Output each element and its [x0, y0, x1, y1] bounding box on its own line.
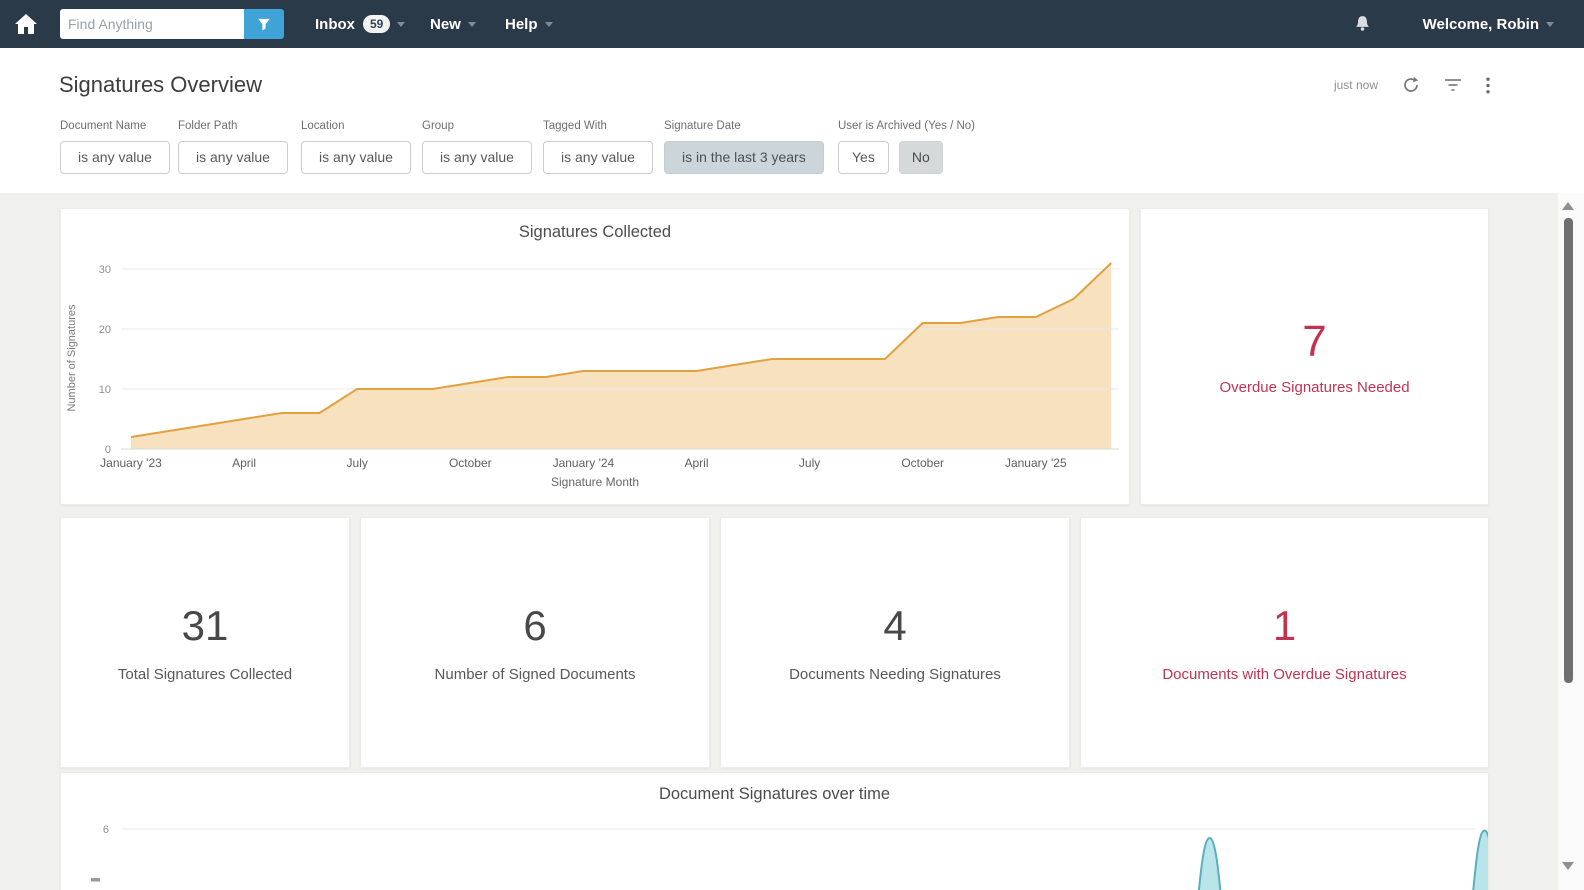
svg-text:January '24: January '24: [553, 456, 615, 470]
scrollbar-up-arrow[interactable]: [1562, 202, 1574, 210]
stat-label: Number of Signed Documents: [434, 666, 636, 683]
refresh-icon: [1404, 77, 1419, 92]
bell-icon: [1356, 16, 1369, 31]
last-refreshed-label: just now: [1333, 78, 1378, 92]
x-axis-label: Signature Month: [550, 475, 640, 489]
chevron-down-icon: [397, 21, 406, 27]
filter-label: Signature Date: [664, 120, 741, 132]
svg-text:October: October: [449, 456, 492, 470]
refresh-button[interactable]: [1402, 76, 1420, 94]
chevron-down-icon: [467, 21, 476, 27]
filter-label: Location: [301, 120, 345, 132]
stat-value: 31: [181, 602, 229, 649]
funnel-icon: [258, 18, 270, 31]
filter-chip-tagged-with[interactable]: is any value: [543, 141, 653, 174]
svg-text:20: 20: [99, 324, 111, 336]
user-menu[interactable]: Welcome, Robin: [1423, 0, 1554, 48]
filter-user-archived: User is Archived (Yes / No) Yes No: [838, 120, 975, 174]
svg-text:30: 30: [99, 264, 111, 276]
filter-document-name: Document Name is any value: [60, 120, 170, 174]
filter-location: Location is any value: [301, 120, 411, 174]
filter-label: Folder Path: [178, 120, 238, 132]
welcome-label: Welcome, Robin: [1422, 15, 1539, 33]
signatures-collected-chart: 0 10 20 30 January '23 April July October Januar…: [99, 262, 1119, 470]
scrollbar-down-arrow[interactable]: [1562, 862, 1574, 870]
filter-chip-location[interactable]: is any value: [301, 141, 411, 174]
filter-chip-document-name[interactable]: is any value: [60, 141, 170, 174]
filter-folder-path: Folder Path is any value: [178, 120, 288, 174]
svg-text:October: October: [901, 456, 944, 470]
new-menu[interactable]: New: [430, 0, 476, 48]
stat-value: 6: [523, 602, 547, 649]
filter-tagged-with: Tagged With is any value: [543, 120, 653, 174]
stat-card-total-signatures: 31 Total Signatures Collected: [60, 517, 350, 768]
filter-label: User is Archived (Yes / No): [838, 120, 975, 132]
more-options-button[interactable]: [1486, 77, 1490, 94]
filter-label: Group: [422, 120, 454, 132]
global-search: [60, 9, 284, 39]
search-input[interactable]: [60, 9, 244, 39]
stat-card-overdue-documents: 1 Documents with Overdue Signatures: [1080, 517, 1489, 768]
svg-text:April: April: [232, 456, 256, 470]
filter-lines-icon: [1445, 79, 1461, 91]
header-tools: just now: [1334, 76, 1490, 94]
inbox-label: Inbox: [315, 15, 355, 33]
svg-text:January '25: January '25: [1005, 456, 1067, 470]
filter-signature-date: Signature Date is in the last 3 years: [664, 120, 824, 174]
scrollbar-thumb[interactable]: [1564, 218, 1573, 683]
top-navbar: Inbox 59 New Help Welcome, Robin: [0, 0, 1584, 48]
stat-value: 1: [1272, 602, 1297, 649]
overdue-signatures-card: 7 Overdue Signatures Needed: [1140, 208, 1489, 505]
stat-card-needing-signatures: 4 Documents Needing Signatures: [720, 517, 1070, 768]
svg-text:10: 10: [99, 384, 111, 396]
svg-text:April: April: [684, 456, 708, 470]
document-signatures-chart: 6: [91, 824, 1488, 890]
overdue-count: 7: [1302, 317, 1327, 366]
svg-text:July: July: [799, 456, 820, 470]
stat-label: Documents with Overdue Signatures: [1162, 666, 1407, 683]
home-icon: [15, 14, 37, 34]
page-title: Signatures Overview: [59, 72, 262, 97]
filter-button[interactable]: [1444, 78, 1462, 92]
filter-chip-signature-date[interactable]: is in the last 3 years: [664, 141, 824, 174]
filter-chip-folder-path[interactable]: is any value: [178, 141, 288, 174]
stat-card-signed-documents: 6 Number of Signed Documents: [360, 517, 710, 768]
svg-text:January '23: January '23: [100, 456, 162, 470]
chevron-down-icon: [1546, 21, 1554, 27]
filter-label: Tagged With: [543, 120, 607, 132]
archived-no-chip[interactable]: No: [898, 141, 943, 174]
notifications-bell[interactable]: [1353, 14, 1372, 38]
stat-label: Total Signatures Collected: [117, 666, 293, 683]
overdue-label: Overdue Signatures Needed: [1219, 379, 1410, 396]
svg-text:6: 6: [103, 824, 109, 836]
kebab-menu-icon: [1486, 77, 1490, 93]
new-label: New: [430, 15, 461, 33]
signatures-collected-card: Signatures Collected Number of Signature…: [60, 208, 1130, 505]
search-filter-button[interactable]: [244, 9, 284, 39]
inbox-menu[interactable]: Inbox 59: [315, 0, 406, 48]
stat-label: Documents Needing Signatures: [789, 666, 1001, 683]
help-menu[interactable]: Help: [505, 0, 553, 48]
document-signatures-over-time-card: Document Signatures over time 6: [60, 772, 1489, 890]
svg-text:July: July: [347, 456, 368, 470]
help-label: Help: [505, 15, 538, 33]
filter-chip-group[interactable]: is any value: [422, 141, 532, 174]
svg-text:0: 0: [105, 444, 111, 456]
chevron-down-icon: [544, 21, 553, 27]
filter-group: Group is any value: [422, 120, 532, 174]
filter-label: Document Name: [60, 120, 147, 132]
stat-value: 4: [883, 602, 907, 649]
inbox-count-badge: 59: [363, 15, 391, 33]
archived-yes-chip[interactable]: Yes: [838, 141, 889, 174]
home-button[interactable]: [10, 9, 42, 39]
